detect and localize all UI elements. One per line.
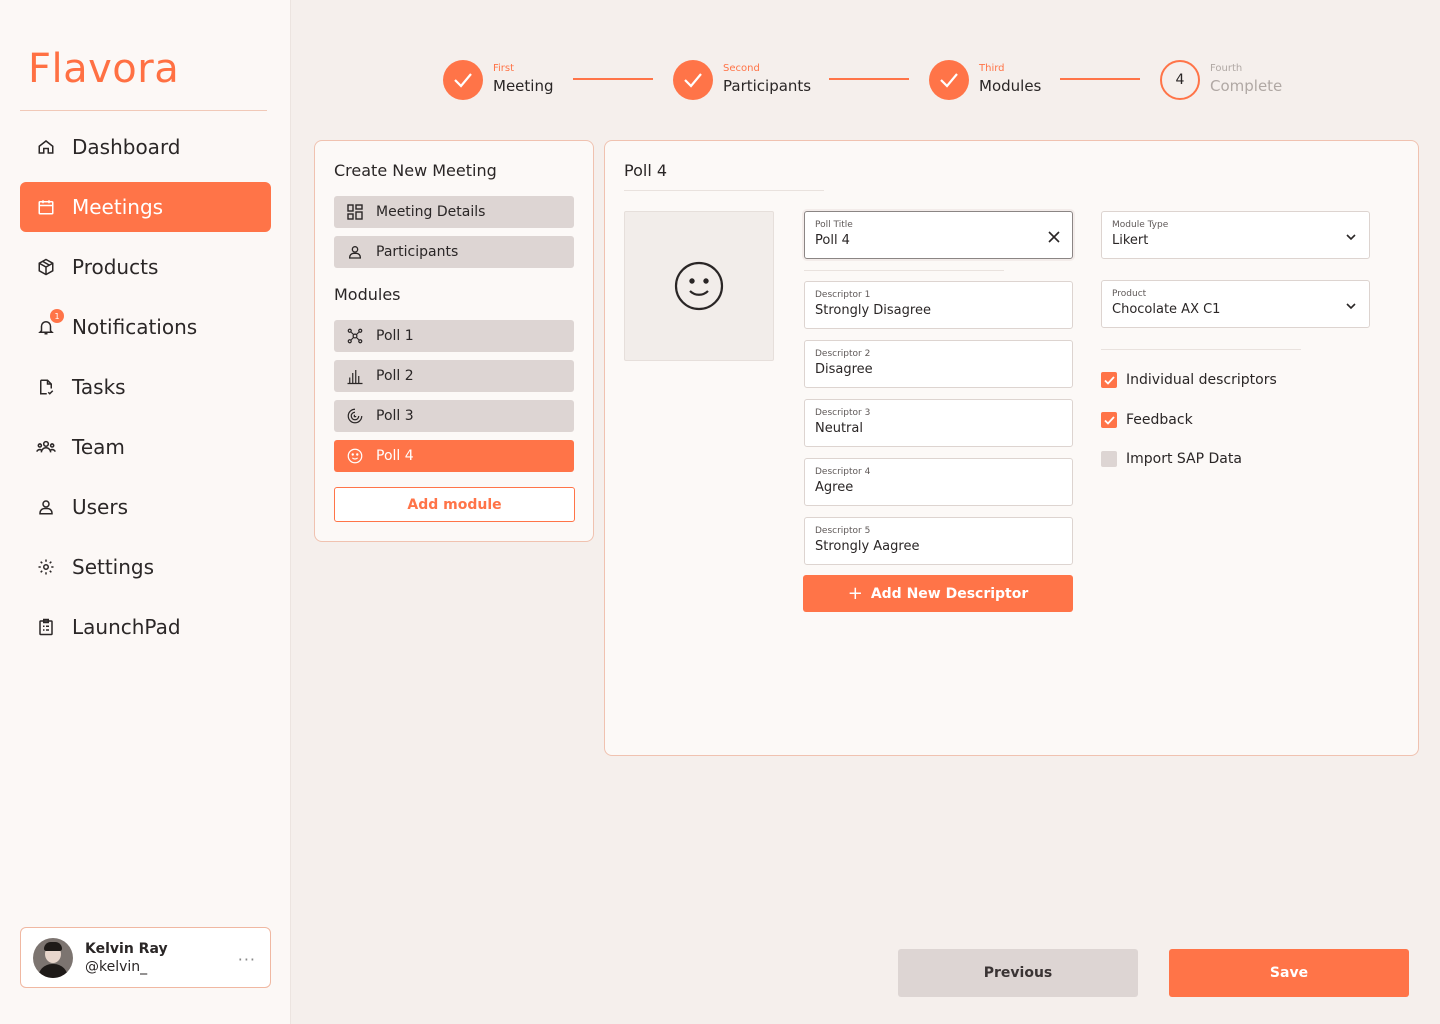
chevron-down-icon [1345, 297, 1357, 316]
sidebar-item-label: Notifications [72, 315, 198, 339]
sidebar-item-team[interactable]: Team [20, 422, 271, 472]
sidebar-item-users[interactable]: Users [20, 482, 271, 532]
meeting-details-button[interactable]: Meeting Details [334, 196, 574, 228]
descriptor-2-field[interactable]: Descriptor 2 Disagree [804, 340, 1073, 388]
poll-title-heading: Poll 4 [624, 161, 668, 180]
more-options-icon[interactable]: ··· [238, 950, 256, 969]
sidebar-item-notifications[interactable]: 1 Notifications [20, 302, 271, 352]
sidebar-item-label: Users [72, 495, 129, 519]
feedback-checkbox[interactable]: Feedback [1101, 412, 1193, 428]
box-icon [36, 257, 56, 277]
app-logo: Flavora [28, 46, 180, 92]
sidebar-item-label: LaunchPad [72, 615, 181, 639]
step-connector [573, 78, 653, 80]
module-poll-3[interactable]: Poll 3 [334, 400, 574, 432]
descriptor-1-field[interactable]: Descriptor 1 Strongly Disagree [804, 281, 1073, 329]
sidebar-item-label: Tasks [72, 375, 126, 399]
avatar [33, 937, 73, 978]
calendar-icon [36, 197, 56, 217]
document-check-icon [36, 377, 56, 397]
module-poll-2[interactable]: Poll 2 [334, 360, 574, 392]
step-3-check-icon [929, 60, 969, 100]
product-select[interactable]: Product Chocolate AX C1 [1101, 280, 1370, 328]
user-icon [36, 497, 56, 517]
step-connector [1060, 78, 1140, 80]
sidebar: Flavora Dashboard Meetings Products 1 No… [0, 0, 291, 1024]
participants-button[interactable]: Participants [334, 236, 574, 268]
descriptor-4-field[interactable]: Descriptor 4 Agree [804, 458, 1073, 506]
user-icon [346, 243, 364, 261]
sidebar-item-label: Team [72, 435, 125, 459]
field-divider [804, 270, 1004, 271]
poll-title-field[interactable]: Poll Title Poll 4 [804, 211, 1073, 259]
grid-icon [346, 203, 364, 221]
poll-image-placeholder[interactable] [624, 211, 774, 361]
logo-divider [20, 110, 267, 111]
plus-icon: + [847, 583, 863, 604]
sidebar-item-products[interactable]: Products [20, 242, 271, 292]
chevron-down-icon [1345, 228, 1357, 247]
module-poll-4[interactable]: Poll 4 [334, 440, 574, 472]
options-divider [1101, 349, 1301, 350]
smiley-icon [674, 261, 724, 311]
notification-badge: 1 [50, 309, 64, 323]
previous-button[interactable]: Previous [898, 949, 1138, 997]
sidebar-item-label: Dashboard [72, 135, 181, 159]
descriptor-3-field[interactable]: Descriptor 3 Neutral [804, 399, 1073, 447]
smiley-icon [346, 447, 364, 465]
home-icon [36, 137, 56, 157]
modules-heading: Modules [334, 285, 401, 304]
module-poll-1[interactable]: Poll 1 [334, 320, 574, 352]
sidebar-item-settings[interactable]: Settings [20, 542, 271, 592]
step-3: Third Modules [979, 63, 1042, 95]
step-4-number: 4 [1160, 60, 1200, 100]
sidebar-item-tasks[interactable]: Tasks [20, 362, 271, 412]
create-meeting-panel: Create New Meeting Meeting Details Parti… [314, 140, 594, 542]
sidebar-item-dashboard[interactable]: Dashboard [20, 122, 271, 172]
sidebar-item-meetings[interactable]: Meetings [20, 182, 271, 232]
add-descriptor-button[interactable]: + Add New Descriptor [803, 575, 1073, 612]
module-type-select[interactable]: Module Type Likert [1101, 211, 1370, 259]
import-sap-checkbox[interactable]: Import SAP Data [1101, 451, 1242, 467]
step-1-check-icon [443, 60, 483, 100]
sidebar-item-label: Settings [72, 555, 155, 579]
clipboard-icon [36, 617, 56, 637]
checkbox-checked-icon[interactable] [1101, 412, 1117, 428]
sidebar-item-label: Meetings [72, 195, 164, 219]
step-1: First Meeting [493, 63, 554, 95]
bell-icon: 1 [36, 309, 64, 337]
spiral-icon [346, 407, 364, 425]
add-module-button[interactable]: Add module [334, 487, 575, 522]
step-2-check-icon [673, 60, 713, 100]
heading-divider [624, 190, 824, 191]
sidebar-item-label: Products [72, 255, 159, 279]
poll-editor-panel: Poll 4 Poll Title Poll 4 Descriptor 1 St… [604, 140, 1419, 756]
step-4: Fourth Complete [1210, 63, 1283, 95]
sidebar-item-launchpad[interactable]: LaunchPad [20, 602, 271, 652]
step-2: Second Participants [723, 63, 812, 95]
network-icon [346, 327, 364, 345]
checkbox-unchecked-icon[interactable] [1101, 451, 1117, 467]
user-handle: @kelvin_ [85, 958, 148, 975]
step-connector [829, 78, 909, 80]
team-icon [36, 437, 56, 457]
gear-icon [36, 557, 56, 577]
close-icon[interactable] [1048, 228, 1060, 247]
user-profile-card[interactable]: Kelvin Ray @kelvin_ ··· [20, 927, 271, 988]
user-name: Kelvin Ray [85, 940, 168, 957]
save-button[interactable]: Save [1169, 949, 1409, 997]
panel-title: Create New Meeting [334, 161, 497, 180]
checkbox-checked-icon[interactable] [1101, 372, 1117, 388]
descriptor-5-field[interactable]: Descriptor 5 Strongly Aagree [804, 517, 1073, 565]
individual-descriptors-checkbox[interactable]: Individual descriptors [1101, 372, 1277, 388]
bar-chart-icon [346, 367, 364, 385]
